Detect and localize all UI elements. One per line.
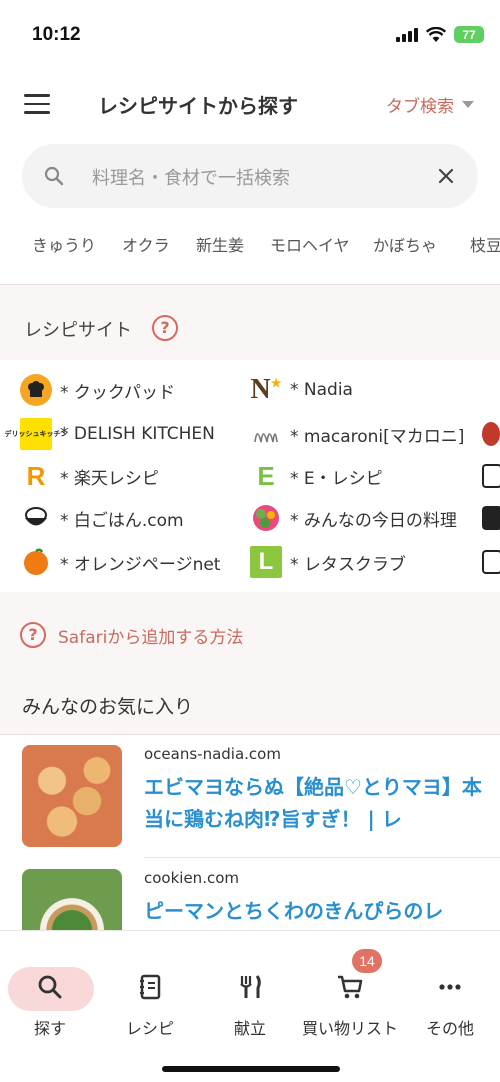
site-label: * Nadia — [290, 380, 353, 400]
site-cookpad[interactable]: * クックパッド — [20, 372, 175, 408]
rice-bowl-logo-icon — [20, 502, 52, 534]
rakuten-logo-icon: R — [26, 460, 46, 491]
site-label: * みんなの今日の料理 — [290, 510, 457, 531]
site-orange-page[interactable]: * オレンジページnet — [20, 544, 220, 580]
site-label: * レタスクラブ — [290, 554, 406, 575]
favorite-item[interactable]: oceans-nadia.com エビマヨならぬ【絶品♡とりマヨ】本当に鶏むね肉… — [0, 735, 500, 859]
status-bar: 10:12 77 — [0, 0, 500, 70]
keyword-chip[interactable]: かぼちゃ — [373, 232, 437, 256]
keyword-chip[interactable]: 新生姜 — [196, 232, 244, 256]
recipe-book-icon — [140, 974, 161, 1000]
dropdown-triangle-icon — [462, 101, 474, 108]
search-placeholder: 料理名・食材で一括検索 — [92, 168, 290, 189]
recipe-sites-title: レシピサイト — [24, 320, 132, 341]
site-label: * オレンジページnet — [60, 554, 221, 575]
tab-more[interactable]: その他 — [400, 949, 500, 1038]
site-macaroni[interactable]: * macaroni[マカロニ] — [250, 416, 464, 452]
keyword-chip[interactable]: 枝豆 — [470, 232, 500, 256]
search-icon — [44, 166, 64, 186]
keyword-chip[interactable]: モロヘイヤ — [270, 232, 350, 256]
favorite-item[interactable]: cookien.com ピーマンとちくわのきんぴらのレ — [0, 859, 500, 930]
divider — [144, 857, 500, 858]
site-label: * 白ごはん.com — [60, 510, 184, 531]
tab-label: 探す — [33, 1019, 66, 1038]
hamburger-menu-icon[interactable] — [24, 94, 50, 114]
help-icon: ? — [20, 622, 46, 648]
tab-label: レシピ — [125, 1019, 174, 1038]
tab-label: 献立 — [233, 1019, 266, 1038]
fork-knife-icon — [240, 975, 261, 998]
search-icon — [38, 975, 62, 999]
keyword-chip[interactable]: きゅうり — [32, 232, 96, 256]
recipe-thumbnail — [22, 745, 122, 847]
keyword-chip[interactable]: オクラ — [122, 232, 170, 256]
site-label: * E・レシピ — [290, 468, 383, 489]
clipped-site-icon[interactable] — [482, 550, 500, 574]
e-recipe-logo-icon: E — [257, 460, 275, 491]
app-header: レシピサイトから探す タブ検索 — [0, 80, 500, 128]
orange-logo-icon — [20, 546, 52, 578]
site-label: * macaroni[マカロニ] — [290, 426, 465, 447]
search-input[interactable]: 料理名・食材で一括検索 — [22, 144, 478, 208]
delish-kitchen-logo-icon: デリッシュキッチン — [5, 418, 68, 450]
site-lettuce-club[interactable]: L * レタスクラブ — [250, 544, 406, 580]
clear-icon[interactable] — [434, 164, 458, 188]
recipe-thumbnail — [22, 869, 122, 930]
minna-logo-icon — [250, 502, 282, 534]
macaroni-logo-icon — [250, 418, 282, 450]
tab-search[interactable]: 探す — [0, 949, 100, 1038]
home-indicator — [162, 1066, 340, 1072]
safari-help-label: Safariから追加する方法 — [58, 627, 244, 648]
favorites-title: みんなのお気に入り — [22, 696, 194, 718]
lettuce-club-logo-icon: L — [250, 546, 282, 578]
site-rakuten[interactable]: R * 楽天レシピ — [20, 458, 159, 494]
favorite-title: ピーマンとちくわのきんぴらのレ — [144, 899, 444, 923]
nadia-logo-icon: N ★ — [250, 374, 282, 405]
more-icon — [439, 984, 461, 990]
tab-label: その他 — [425, 1019, 474, 1038]
site-minna[interactable]: * みんなの今日の料理 — [250, 500, 457, 536]
bottom-tab-bar: 探す レシピ 献立 14 買い物リスト その他 — [0, 930, 500, 1082]
keyword-chips: きゅうり オクラ 新生姜 モロヘイヤ かぼちゃ 枝豆 — [0, 232, 500, 260]
cart-icon — [338, 975, 363, 999]
safari-help-link[interactable]: ? Safariから追加する方法 — [20, 622, 243, 648]
site-label: * 楽天レシピ — [60, 468, 159, 489]
battery-icon: 77 — [454, 26, 484, 43]
favorite-title: エビマヨならぬ【絶品♡とりマヨ】本当に鶏むね肉⁉旨すぎ！ | レ — [144, 775, 482, 831]
tab-search-label: タブ検索 — [386, 97, 454, 117]
site-e-recipe[interactable]: E * E・レシピ — [250, 458, 383, 494]
tab-search-dropdown[interactable]: タブ検索 — [386, 92, 474, 117]
shopping-badge: 14 — [352, 949, 382, 973]
wifi-icon — [426, 27, 446, 42]
cookpad-logo-icon — [20, 374, 52, 406]
signal-icon — [396, 27, 418, 42]
clipped-site-icon[interactable] — [482, 422, 500, 446]
favorite-domain: oceans-nadia.com — [144, 745, 281, 763]
site-delish-kitchen[interactable]: デリッシュキッチン * DELISH KITCHEN — [5, 416, 215, 452]
tab-recipes[interactable]: レシピ — [100, 949, 200, 1038]
status-time: 10:12 — [32, 24, 81, 45]
site-nadia[interactable]: N ★ * Nadia — [250, 372, 353, 408]
clipped-site-icon[interactable] — [482, 506, 500, 530]
help-icon[interactable]: ? — [152, 315, 178, 341]
tab-shopping-list[interactable]: 14 買い物リスト — [300, 949, 400, 1038]
site-label: * DELISH KITCHEN — [60, 424, 215, 444]
status-icons: 77 — [396, 26, 484, 43]
favorite-domain: cookien.com — [144, 869, 239, 887]
site-shirogohan[interactable]: * 白ごはん.com — [20, 500, 184, 536]
recipe-sites-grid: * クックパッド N ★ * Nadia デリッシュキッチン * DELISH K… — [0, 360, 500, 592]
page-title: レシピサイトから探す — [98, 94, 298, 118]
clipped-site-icon[interactable] — [482, 464, 500, 488]
tab-menu-plan[interactable]: 献立 — [200, 949, 300, 1038]
site-label: * クックパッド — [60, 382, 176, 403]
tab-label: 買い物リスト — [301, 1019, 398, 1038]
favorites-list: oceans-nadia.com エビマヨならぬ【絶品♡とりマヨ】本当に鶏むね肉… — [0, 734, 500, 930]
